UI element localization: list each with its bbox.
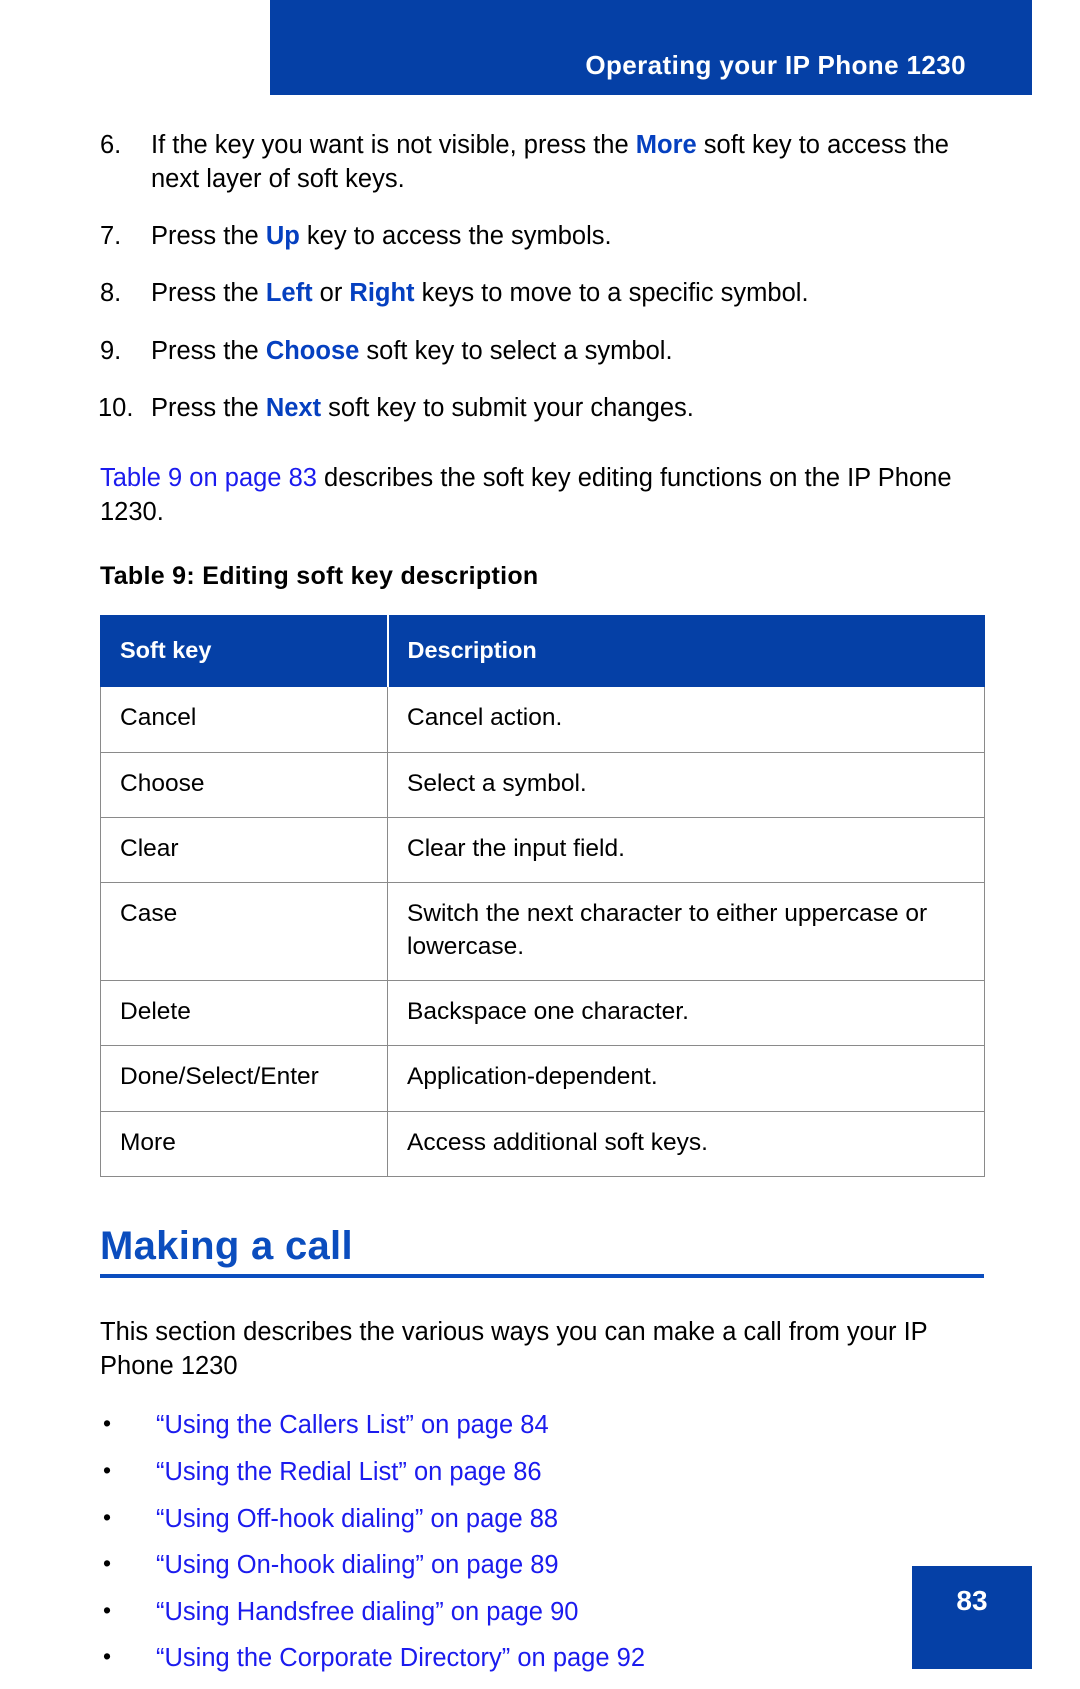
procedure-step-text-fragment: key to access the symbols.	[299, 222, 612, 251]
table-cell-soft-key: Delete	[100, 979, 388, 1047]
soft-key-keyword: Left	[265, 279, 313, 308]
section-link[interactable]: “Using the Corporate Directory” on page …	[156, 1644, 645, 1672]
table-header-row: Soft key Description	[100, 615, 985, 688]
table-row: Done/Select/Enter Application-dependent.	[100, 1045, 985, 1112]
procedure-step-text-fragment: keys to move to a specific symbol.	[414, 279, 809, 308]
soft-key-keyword: Right	[349, 279, 415, 308]
procedure-step-number: 10.	[98, 393, 134, 422]
section-link[interactable]: “Using Off-hook dialing” on page 88	[156, 1505, 558, 1533]
table-9-xref-link[interactable]: Table 9 on page 83	[100, 464, 317, 492]
bullet-icon: •	[103, 1596, 112, 1623]
procedure-step-list: 6. If the key you want is not visible, pr…	[98, 128, 984, 425]
table-row: More Access additional soft keys.	[100, 1110, 985, 1177]
procedure-step-text: Press the Up key to access the symbols.	[151, 222, 612, 250]
list-item: • “Using Handsfree dialing” on page 90	[100, 1596, 984, 1630]
table-cell-description: Select a symbol.	[387, 751, 985, 818]
procedure-step-number: 8.	[100, 279, 122, 308]
section-link-list: • “Using the Callers List” on page 84 • “Us…	[100, 1409, 984, 1676]
section-intro-paragraph: This section describes the various ways …	[100, 1317, 928, 1381]
table-cell-description: Access additional soft keys.	[387, 1110, 985, 1177]
soft-key-keyword: Choose	[265, 336, 360, 365]
table-caption: Table 9: Editing soft key description	[100, 562, 539, 591]
procedure-step: 10. Press the Next soft key to submit you…	[98, 391, 984, 425]
page-number: 83	[956, 1585, 988, 1616]
list-item: • “Using the Redial List” on page 86	[100, 1456, 984, 1490]
column-header-soft-key: Soft key	[100, 615, 388, 688]
procedure-step-text: Press the Next soft key to submit your c…	[151, 394, 694, 422]
section-heading-making-a-call: Making a call	[100, 1223, 353, 1268]
table-cell-soft-key: Done/Select/Enter	[100, 1045, 388, 1112]
section-link[interactable]: “Using the Redial List” on page 86	[156, 1458, 542, 1486]
procedure-step: 7. Press the Up key to access the symbols…	[100, 219, 984, 253]
bullet-icon: •	[103, 1410, 112, 1437]
table-row: Choose Select a symbol.	[100, 751, 985, 818]
section-link[interactable]: “Using Handsfree dialing” on page 90	[156, 1598, 578, 1626]
procedure-step: 9. Press the Choose soft key to select a …	[100, 334, 984, 368]
table-header: Soft key Description	[100, 615, 985, 688]
soft-key-keyword: Up	[265, 222, 300, 251]
procedure-step-text-fragment: If the key you want is not visible, pres…	[151, 131, 636, 159]
soft-key-keyword: More	[635, 131, 697, 159]
page-header-bar: Operating your IP Phone 1230	[270, 0, 1032, 95]
procedure-step-number: 6.	[100, 131, 122, 159]
section-heading-rule	[100, 1273, 984, 1278]
bullet-icon: •	[103, 1643, 112, 1670]
page-number-badge: 83	[912, 1566, 1032, 1669]
table-body: Cancel Cancel action. Choose Select a symbo…	[100, 686, 985, 1177]
table-cell-description: Cancel action.	[387, 686, 985, 753]
procedure-step-text-fragment: Press the	[151, 336, 266, 365]
table-cell-description: Clear the input field.	[387, 816, 985, 884]
procedure-step-text-fragment: or	[312, 279, 350, 308]
procedure-step-text-fragment: Press the	[151, 222, 266, 251]
procedure-step: 6. If the key you want is not visible, pr…	[100, 128, 984, 196]
procedure-step-text-fragment: Press the	[151, 393, 266, 422]
page-content: 6. If the key you want is not visible, pr…	[98, 128, 985, 1689]
section-link[interactable]: “Using On-hook dialing” on page 89	[156, 1551, 559, 1579]
table-cell-description: Application-dependent.	[387, 1045, 985, 1112]
table-cell-soft-key: Cancel	[100, 686, 388, 753]
table-row: Delete Backspace one character.	[100, 979, 985, 1047]
list-item: • “Using the Callers List” on page 84	[100, 1409, 984, 1443]
bullet-icon: •	[103, 1550, 112, 1577]
procedure-step-text: If the key you want is not visible, pres…	[151, 131, 949, 193]
table-row: Cancel Cancel action.	[100, 686, 985, 753]
table-row: Clear Clear the input field.	[100, 816, 985, 884]
table-cell-description: Backspace one character.	[387, 979, 985, 1047]
list-item: • “Using Off-hook dialing” on page 88	[100, 1503, 984, 1537]
table-cell-description: Switch the next character to either uppe…	[387, 882, 985, 981]
procedure-step-text: Press the Choose soft key to select a sy…	[151, 337, 673, 365]
soft-key-description-table: Soft key Description Cancel Cancel action…	[100, 615, 985, 1177]
table-cross-reference-paragraph: Table 9 on page 83 describes the soft ke…	[100, 461, 984, 529]
table-row: Case Switch the next character to either …	[100, 882, 985, 981]
procedure-step-number: 9.	[100, 336, 122, 365]
procedure-step-text: Press the Left or Right keys to move to …	[151, 279, 809, 307]
list-item: • “Using the Corporate Directory” on page…	[100, 1642, 984, 1676]
procedure-step-text-fragment: soft key to select a symbol.	[359, 336, 673, 365]
table-cell-soft-key: Case	[100, 882, 388, 981]
procedure-step-text-fragment: soft key to submit your changes.	[321, 393, 694, 422]
bullet-icon: •	[103, 1503, 112, 1530]
procedure-step-number: 7.	[100, 222, 122, 251]
bullet-icon: •	[103, 1456, 112, 1483]
list-item: • “Using On-hook dialing” on page 89	[100, 1549, 984, 1583]
table-cell-soft-key: Clear	[100, 816, 388, 884]
table-cell-soft-key: More	[100, 1110, 388, 1177]
procedure-step: 8. Press the Left or Right keys to move t…	[100, 276, 984, 310]
procedure-step-text-fragment: Press the	[151, 279, 266, 308]
table-cell-soft-key: Choose	[100, 751, 388, 818]
page-header-title: Operating your IP Phone 1230	[585, 50, 966, 80]
column-header-description: Description	[386, 615, 985, 688]
section-link[interactable]: “Using the Callers List” on page 84	[156, 1411, 549, 1439]
soft-key-keyword: Next	[265, 393, 322, 422]
